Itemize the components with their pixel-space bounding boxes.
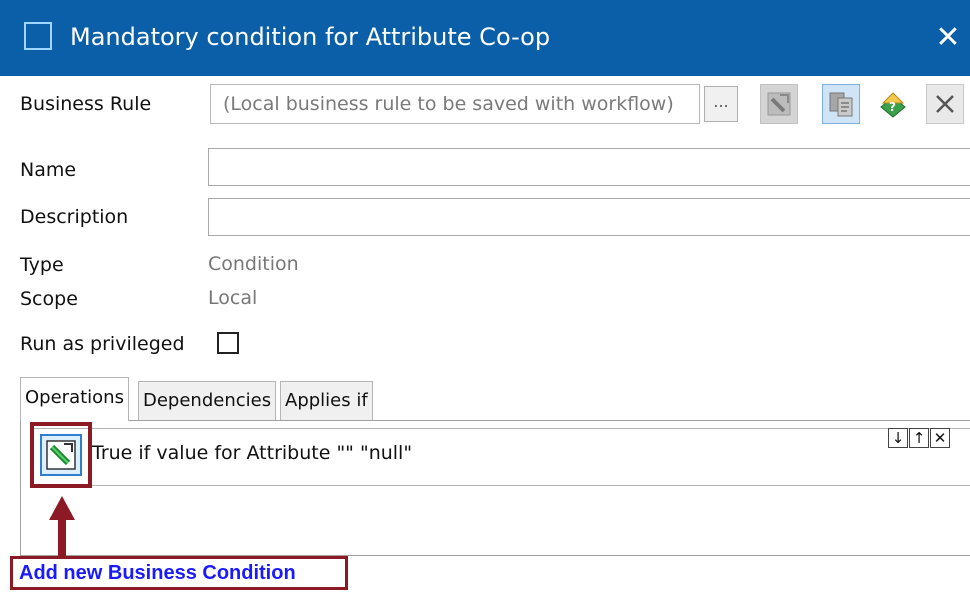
- help-rule-icon: ?: [880, 92, 906, 118]
- delete-operation-button[interactable]: ✕: [930, 428, 950, 448]
- add-condition-callout: Add new Business Condition: [10, 556, 348, 590]
- name-label: Name: [20, 159, 77, 181]
- operation-text: True if value for Attribute "" "null": [92, 442, 413, 464]
- window-icon: [24, 22, 52, 50]
- browse-button[interactable]: ...: [704, 86, 738, 122]
- dialog-title: Mandatory condition for Attribute Co-op: [70, 23, 551, 51]
- annotation-arrow-head: [49, 496, 75, 520]
- scope-label: Scope: [20, 288, 78, 310]
- edit-rule-button[interactable]: [760, 84, 798, 124]
- close-button[interactable]: ✕: [928, 18, 968, 58]
- type-value: Condition: [208, 253, 299, 275]
- description-field[interactable]: [208, 198, 970, 236]
- type-label: Type: [20, 254, 64, 276]
- dialog-titlebar: Mandatory condition for Attribute Co-op …: [0, 0, 970, 76]
- edit-rule-icon: [767, 92, 791, 116]
- annotation-arrow-shaft: [58, 518, 66, 558]
- name-field[interactable]: [208, 148, 970, 186]
- scope-value: Local: [208, 287, 258, 309]
- move-down-button[interactable]: ↓: [888, 428, 908, 448]
- copy-rule-icon: [829, 92, 853, 117]
- privileged-label: Run as privileged: [20, 333, 185, 355]
- highlight-box: [30, 422, 92, 488]
- description-label: Description: [20, 206, 129, 228]
- copy-rule-button[interactable]: [822, 84, 860, 124]
- privileged-checkbox[interactable]: [217, 332, 239, 354]
- move-up-button[interactable]: ↑: [909, 428, 929, 448]
- tab-operations[interactable]: Operations: [20, 377, 129, 421]
- svg-text:?: ?: [889, 100, 896, 114]
- business-rule-label: Business Rule: [20, 93, 152, 115]
- remove-rule-icon: [936, 95, 954, 113]
- business-rule-field[interactable]: (Local business rule to be saved with wo…: [210, 84, 700, 124]
- tab-applies-if[interactable]: Applies if: [280, 381, 373, 421]
- help-rule-button[interactable]: ?: [874, 84, 912, 124]
- tab-dependencies[interactable]: Dependencies: [138, 381, 277, 421]
- remove-rule-button[interactable]: [926, 84, 964, 124]
